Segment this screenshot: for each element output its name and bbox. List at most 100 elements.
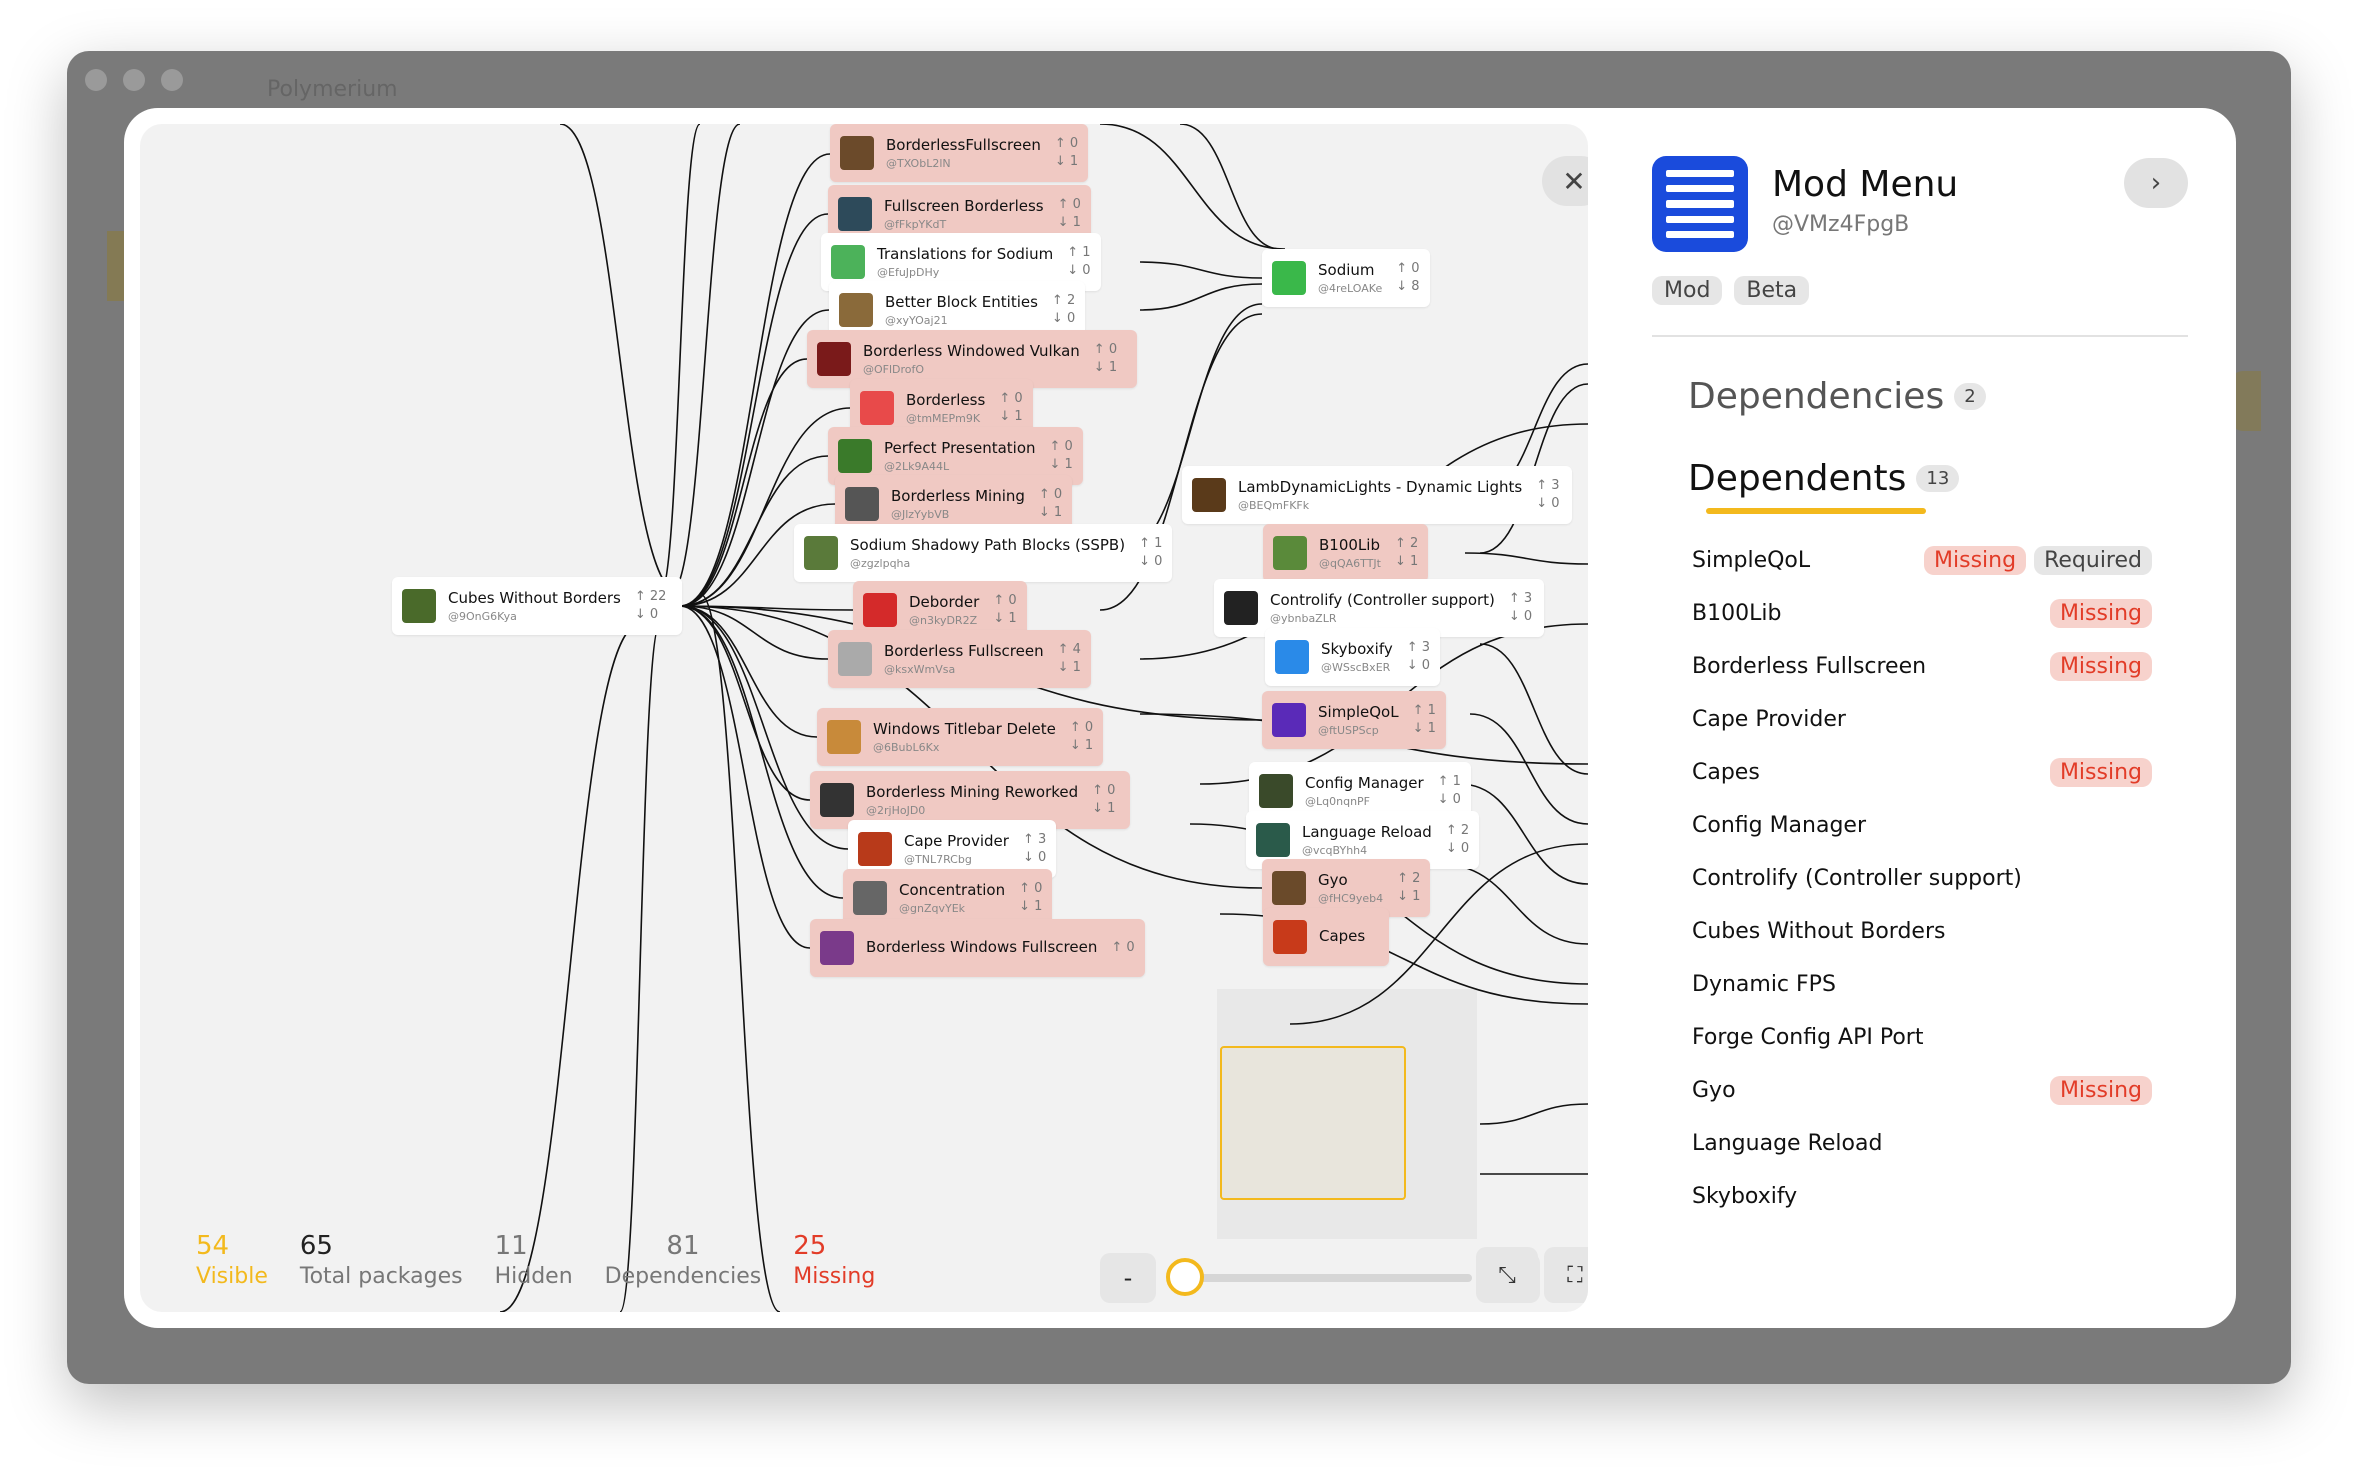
graph-node-handle: @JlzYybVB: [891, 508, 950, 521]
graph-node[interactable]: LambDynamicLights - Dynamic Lights @BEQmF…: [1182, 466, 1572, 524]
graph-node-text: SimpleQoL @ftUSPScp: [1318, 703, 1399, 737]
dependent-name: Borderless Fullscreen: [1692, 654, 1927, 679]
graph-edge: [1139, 261, 1263, 279]
graph-edge: [1439, 863, 1588, 945]
dependent-row[interactable]: Forge Config API Port: [1692, 1015, 2152, 1060]
dependency-count: ↑ 3: [1022, 832, 1047, 847]
dependent-row[interactable]: Capes Missing: [1692, 750, 2152, 795]
graph-edge: [679, 605, 818, 738]
graph-edge: [1139, 283, 1263, 311]
stat-hidden: 11 Hidden: [495, 1230, 573, 1292]
tab-dependencies[interactable]: Dependencies 2: [1688, 376, 1986, 417]
graph-node-text: Borderless Mining Reworked @2rjHoJD0: [866, 783, 1078, 817]
zoom-slider[interactable]: [1165, 1258, 1472, 1296]
dependent-badges: Missing Required: [1924, 546, 2152, 575]
dependent-count: ↓ 0: [1508, 609, 1533, 624]
mod-icon: [839, 293, 873, 327]
graph-node-text: Perfect Presentation @2Lk9A44L: [884, 439, 1036, 473]
tab-dependencies-count: 2: [1954, 383, 1986, 410]
dependent-row[interactable]: SimpleQoL Missing Required: [1692, 538, 2152, 583]
graph-node-text: Sodium @4reLOAKe: [1318, 261, 1382, 295]
graph-node-counts: ↑ 0 ↓ 1: [1055, 135, 1078, 171]
graph-edge: [1479, 643, 1588, 775]
graph-canvas[interactable]: BorderlessFullscreen @TXObL2lN ↑ 0 ↓ 1 Fulls…: [140, 124, 1588, 1312]
close-icon: ✕: [1562, 164, 1586, 198]
graph-node[interactable]: Windows Titlebar Delete @6BubL6Kx ↑ 0 ↓ 1: [817, 708, 1104, 766]
fullscreen-button[interactable]: ⛶: [1544, 1247, 1588, 1303]
graph-node-name: Deborder: [909, 593, 980, 611]
graph-node-text: Capes: [1319, 927, 1365, 948]
graph-node-text: Borderless @tmMEPm9K: [906, 391, 985, 425]
zoom-slider-handle[interactable]: [1165, 1258, 1204, 1296]
dependent-row[interactable]: Cape Provider: [1692, 697, 2152, 742]
graph-node[interactable]: Borderless Fullscreen @ksxWmVsa ↑ 4 ↓ 1: [828, 630, 1091, 688]
mod-icon: [827, 720, 861, 754]
dependency-count: ↑ 2: [1394, 536, 1419, 551]
stat-total-packages: 65 Total packages: [300, 1230, 463, 1292]
graph-node[interactable]: Sodium @4reLOAKe ↑ 0 ↓ 8: [1262, 249, 1430, 307]
graph-node-handle: @vcqBYhh4: [1302, 844, 1368, 857]
graph-node[interactable]: Borderless Windows Fullscreen ↑ 0: [810, 919, 1145, 977]
dependent-name: Forge Config API Port: [1692, 1025, 1924, 1050]
divider: [1652, 335, 2188, 337]
mod-icon: [838, 642, 872, 676]
graph-node[interactable]: B100Lib @qQA6TTJt ↑ 2 ↓ 1: [1263, 524, 1429, 582]
fit-view-button[interactable]: ⤡: [1476, 1247, 1538, 1303]
open-details-button[interactable]: ›: [2124, 158, 2188, 208]
stat-value: 54: [196, 1231, 230, 1261]
graph-edge: [699, 593, 781, 1312]
dependent-row[interactable]: Skyboxify: [1692, 1174, 2152, 1219]
graph-node-counts: ↑ 3 ↓ 0: [1536, 477, 1559, 513]
dependent-row[interactable]: B100Lib Missing: [1692, 591, 2152, 636]
dependent-row[interactable]: Config Manager: [1692, 803, 2152, 848]
graph-node-counts: ↑ 0: [1111, 939, 1134, 957]
minimize-window-dot[interactable]: [123, 69, 145, 91]
stat-value: 81: [666, 1231, 700, 1261]
dependent-row[interactable]: Borderless Fullscreen Missing: [1692, 644, 2152, 689]
maximize-window-dot[interactable]: [161, 69, 183, 91]
dependency-count: ↑ 0: [1049, 439, 1073, 454]
graph-node-counts: ↑ 1 ↓ 0: [1139, 535, 1162, 571]
graph-node-counts: ↑ 0 ↓ 1: [1019, 880, 1042, 916]
dependent-row[interactable]: Gyo Missing: [1692, 1068, 2152, 1113]
graph-node-name: Better Block Entities: [885, 293, 1038, 311]
graph-node-name: Borderless Windows Fullscreen: [866, 937, 1098, 956]
dependent-row[interactable]: Dynamic FPS: [1692, 962, 2152, 1007]
dependent-name: Skyboxify: [1692, 1184, 1798, 1209]
stat-dependencies: 81 Dependencies: [605, 1230, 762, 1289]
graph-node-name: Borderless Mining: [891, 487, 1025, 505]
graph-node-counts: ↑ 0 ↓ 1: [1058, 196, 1081, 232]
graph-node-counts: ↑ 0 ↓ 1: [1039, 486, 1062, 522]
graph-node-counts: ↑ 0 ↓ 1: [993, 592, 1016, 628]
zoom-out-button[interactable]: -: [1100, 1253, 1156, 1303]
tab-dependents[interactable]: Dependents 13: [1688, 458, 1960, 499]
dependent-count: ↓ 0: [634, 607, 659, 622]
graph-node[interactable]: SimpleQoL @ftUSPScp ↑ 1 ↓ 1: [1262, 691, 1446, 749]
graph-node[interactable]: Sodium Shadowy Path Blocks (SSPB) @zgzlpq…: [794, 524, 1173, 582]
graph-node-handle: @gnZqvYEk: [899, 902, 966, 915]
graph-node[interactable]: Capes: [1263, 908, 1390, 966]
graph-node-counts: ↑ 22 ↓ 0: [635, 588, 667, 624]
graph-node[interactable]: Skyboxify @WSscBxER ↑ 3 ↓ 0: [1265, 628, 1441, 686]
graph-node-name: Translations for Sodium: [877, 245, 1054, 263]
dependent-row[interactable]: Controlify (Controller support): [1692, 856, 2152, 901]
dependency-count: ↑ 1: [1412, 703, 1436, 718]
dependent-row[interactable]: Cubes Without Borders: [1692, 909, 2152, 954]
graph-node-counts: ↑ 3 ↓ 0: [1023, 831, 1046, 867]
stat-value: 25: [793, 1231, 827, 1261]
graph-node[interactable]: Cubes Without Borders @9OnG6Kya ↑ 22 ↓ 0: [392, 577, 682, 635]
close-window-dot[interactable]: [85, 69, 107, 91]
dependent-count: ↓ 0: [1022, 850, 1047, 865]
dependent-count: ↓ 1: [1054, 154, 1079, 169]
mod-tags: Mod Beta: [1652, 276, 1810, 305]
app-title: Polymerium: [267, 77, 398, 102]
graph-node[interactable]: BorderlessFullscreen @TXObL2lN ↑ 0 ↓ 1: [830, 124, 1089, 182]
close-dialog-button[interactable]: ✕: [1542, 156, 1588, 206]
graph-node-handle: @Lq0nqnPF: [1305, 795, 1370, 808]
graph-node-handle: @ksxWmVsa: [884, 663, 956, 676]
graph-node-handle: @fFkpYKdT: [884, 218, 947, 231]
collapse-arrows-icon: ⤡: [1498, 1262, 1516, 1288]
graph-node-text: BorderlessFullscreen @TXObL2lN: [886, 136, 1041, 170]
dependent-row[interactable]: Language Reload: [1692, 1121, 2152, 1166]
graph-node-counts: ↑ 0 ↓ 1: [1050, 438, 1073, 474]
